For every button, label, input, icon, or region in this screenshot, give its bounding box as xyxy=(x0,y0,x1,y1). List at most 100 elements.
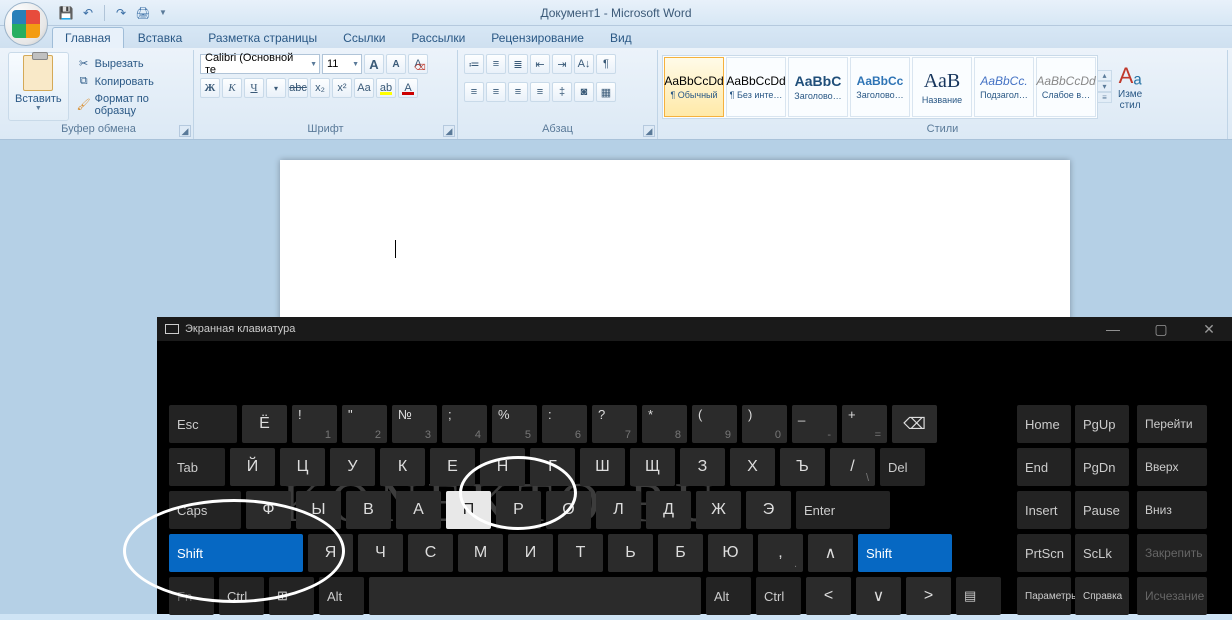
decrease-indent-button[interactable]: ⇤ xyxy=(530,54,550,74)
key-Закрепить[interactable]: Закрепить xyxy=(1137,534,1207,572)
key-У[interactable]: У xyxy=(330,448,375,486)
key-Я[interactable]: Я xyxy=(308,534,353,572)
key-∨[interactable]: ∨ xyxy=(856,577,901,615)
style-emphasis[interactable]: AaBbCcDdСлабое в… xyxy=(1036,57,1096,117)
copy-button[interactable]: ⧉Копировать xyxy=(75,74,189,90)
format-painter-button[interactable]: 🖌Формат по образцу xyxy=(75,92,189,118)
align-center-button[interactable]: ≡ xyxy=(486,82,506,102)
key-Щ[interactable]: Щ xyxy=(630,448,675,486)
key-К[interactable]: К xyxy=(380,448,425,486)
key-"[interactable]: "2 xyxy=(342,405,387,443)
key-Б[interactable]: Б xyxy=(658,534,703,572)
key-![interactable]: !1 xyxy=(292,405,337,443)
key-Fn[interactable]: Fn xyxy=(169,577,214,615)
key-%[interactable]: %5 xyxy=(492,405,537,443)
font-size-select[interactable]: 11▼ xyxy=(322,54,362,74)
key-Del[interactable]: Del xyxy=(880,448,925,486)
tab-mailings[interactable]: Рассылки xyxy=(399,28,477,48)
superscript-button[interactable]: x² xyxy=(332,78,352,98)
tab-references[interactable]: Ссылки xyxy=(331,28,397,48)
key-Ctrl[interactable]: Ctrl xyxy=(219,577,264,615)
font-name-select[interactable]: Calibri (Основной те▼ xyxy=(200,54,320,74)
key-Ц[interactable]: Ц xyxy=(280,448,325,486)
key-Home[interactable]: Home xyxy=(1017,405,1071,443)
key-PrtScn[interactable]: PrtScn xyxy=(1017,534,1071,572)
key-⌫[interactable]: ⌫ xyxy=(892,405,937,443)
key-Ь[interactable]: Ь xyxy=(608,534,653,572)
align-right-button[interactable]: ≡ xyxy=(508,82,528,102)
font-color-button[interactable]: A xyxy=(398,78,418,98)
key-space[interactable] xyxy=(369,577,701,615)
style-title[interactable]: АаВНазвание xyxy=(912,57,972,117)
bullets-button[interactable]: ≔ xyxy=(464,54,484,74)
borders-button[interactable]: ▦ xyxy=(596,82,616,102)
print-icon[interactable]: 🖨 xyxy=(135,5,151,21)
key-М[interactable]: М xyxy=(458,534,503,572)
key-А[interactable]: А xyxy=(396,491,441,529)
change-case-button[interactable]: Aa xyxy=(354,78,374,98)
key-<[interactable]: < xyxy=(806,577,851,615)
key-С[interactable]: С xyxy=(408,534,453,572)
change-styles-button[interactable]: Aₐ Изме стил xyxy=(1112,63,1148,111)
key-И[interactable]: И xyxy=(508,534,553,572)
increase-indent-button[interactable]: ⇥ xyxy=(552,54,572,74)
multilevel-button[interactable]: ≣ xyxy=(508,54,528,74)
qat-dropdown-icon[interactable]: ▼ xyxy=(159,8,167,17)
key-:[interactable]: :6 xyxy=(542,405,587,443)
key-Перейти[interactable]: Перейти xyxy=(1137,405,1207,443)
key-Ctrl[interactable]: Ctrl xyxy=(756,577,801,615)
bold-button[interactable]: Ж xyxy=(200,78,220,98)
minimize-button[interactable]: — xyxy=(1098,321,1128,337)
italic-button[interactable]: К xyxy=(222,78,242,98)
key-/[interactable]: /\ xyxy=(830,448,875,486)
key-_[interactable]: _- xyxy=(792,405,837,443)
tab-page-layout[interactable]: Разметка страницы xyxy=(196,28,329,48)
strike-button[interactable]: abc xyxy=(288,78,308,98)
key-Tab[interactable]: Tab xyxy=(169,448,225,486)
key-Ю[interactable]: Ю xyxy=(708,534,753,572)
key-Ш[interactable]: Ш xyxy=(580,448,625,486)
highlight-button[interactable]: ab xyxy=(376,78,396,98)
key-PgDn[interactable]: PgDn xyxy=(1075,448,1129,486)
key-Enter[interactable]: Enter xyxy=(796,491,890,529)
clipboard-launcher[interactable]: ◢ xyxy=(179,125,191,137)
subscript-button[interactable]: x₂ xyxy=(310,78,330,98)
key-Й[interactable]: Й xyxy=(230,448,275,486)
tab-review[interactable]: Рецензирование xyxy=(479,28,596,48)
maximize-button[interactable]: ▢ xyxy=(1146,321,1176,338)
key-PgUp[interactable]: PgUp xyxy=(1075,405,1129,443)
key-Исчезание[interactable]: Исчезание xyxy=(1137,577,1207,615)
key-Esc[interactable]: Esc xyxy=(169,405,237,443)
numbering-button[interactable]: ≡ xyxy=(486,54,506,74)
clear-format-button[interactable]: A⌫ xyxy=(408,54,428,74)
underline-button[interactable]: Ч xyxy=(244,78,264,98)
key-+[interactable]: += xyxy=(842,405,887,443)
key-Г[interactable]: Г xyxy=(530,448,575,486)
line-spacing-button[interactable]: ‡ xyxy=(552,82,572,102)
key-ScLk[interactable]: ScLk xyxy=(1075,534,1129,572)
key-Д[interactable]: Д xyxy=(646,491,691,529)
shrink-font-button[interactable]: A xyxy=(386,54,406,74)
key-*[interactable]: *8 xyxy=(642,405,687,443)
key-П[interactable]: П xyxy=(446,491,491,529)
undo-icon[interactable]: ↶ xyxy=(80,5,96,21)
key-)[interactable]: )0 xyxy=(742,405,787,443)
tab-insert[interactable]: Вставка xyxy=(126,28,195,48)
key-Вниз[interactable]: Вниз xyxy=(1137,491,1207,529)
tab-home[interactable]: Главная xyxy=(52,27,124,48)
tab-view[interactable]: Вид xyxy=(598,28,644,48)
key-Е[interactable]: Е xyxy=(430,448,475,486)
key-Ж[interactable]: Ж xyxy=(696,491,741,529)
key-В[interactable]: В xyxy=(346,491,391,529)
key-End[interactable]: End xyxy=(1017,448,1071,486)
key-([interactable]: (9 xyxy=(692,405,737,443)
style-subtitle[interactable]: AaBbCc.Подзагол… xyxy=(974,57,1034,117)
key-Pause[interactable]: Pause xyxy=(1075,491,1129,529)
key->[interactable]: > xyxy=(906,577,951,615)
key-Ф[interactable]: Ф xyxy=(246,491,291,529)
align-left-button[interactable]: ≡ xyxy=(464,82,484,102)
key-Т[interactable]: Т xyxy=(558,534,603,572)
justify-button[interactable]: ≡ xyxy=(530,82,550,102)
key-⊞[interactable]: ⊞ xyxy=(269,577,314,615)
style-heading1[interactable]: AaBbCЗаголово… xyxy=(788,57,848,117)
